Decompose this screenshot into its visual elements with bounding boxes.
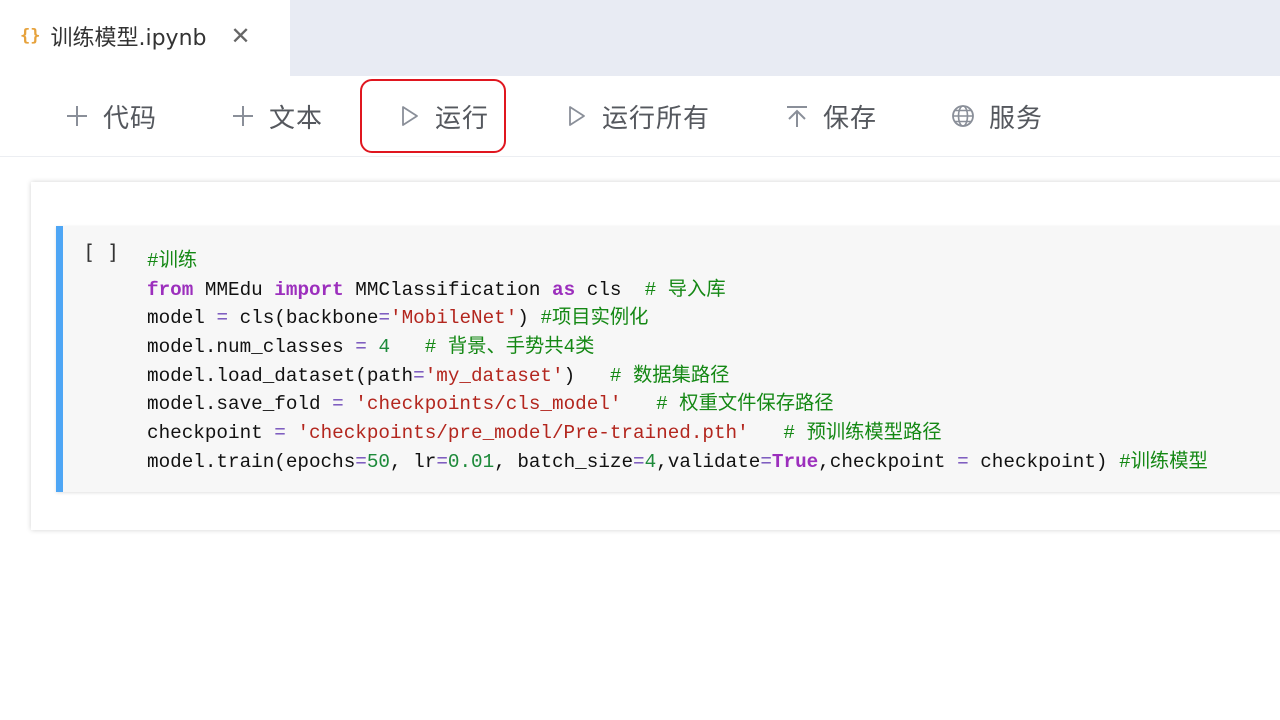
globe-icon xyxy=(950,103,976,129)
code-token: # 背景、手势共4类 xyxy=(424,336,595,359)
code-line: checkpoint = 'checkpoints/pre_model/Pre-… xyxy=(147,419,1208,448)
save-button[interactable]: 保存 xyxy=(784,76,877,156)
code-token: = xyxy=(274,422,286,445)
code-token: MMEdu xyxy=(193,278,275,301)
add-code-label: 代码 xyxy=(103,103,158,134)
code-token: ) xyxy=(563,364,610,387)
code-token: = xyxy=(355,450,367,473)
code-editor[interactable]: #训练 from MMEdu import MMClassification as… xyxy=(147,247,1208,477)
run-all-button[interactable]: 运行所有 xyxy=(563,76,710,156)
code-token: 50 xyxy=(366,450,391,473)
toolbar: 代码 文本 运行 运行所有 保存 服务 xyxy=(0,76,1280,157)
code-token: import xyxy=(274,278,344,301)
code-token: ,validate xyxy=(656,450,761,473)
code-token: 0.01 xyxy=(447,450,495,473)
code-token: = xyxy=(633,450,645,473)
code-token: model xyxy=(147,307,217,330)
code-line: model = cls(backbone='MobileNet') #项目实例化 xyxy=(147,304,1208,333)
add-text-label: 文本 xyxy=(269,103,324,134)
code-token: 'my_dataset' xyxy=(424,364,564,387)
play-icon xyxy=(396,103,422,129)
code-token: #训练 xyxy=(147,250,198,272)
code-token: = xyxy=(957,450,969,473)
code-token: ,checkpoint xyxy=(818,450,958,473)
add-code-button[interactable]: 代码 xyxy=(64,76,157,156)
add-text-button[interactable]: 文本 xyxy=(230,76,323,156)
code-token: 4 xyxy=(644,450,657,473)
code-token: , batch_size xyxy=(494,450,634,473)
service-button[interactable]: 服务 xyxy=(950,76,1043,156)
code-token: model.train(epochs xyxy=(147,450,356,473)
code-line: #训练 xyxy=(147,247,1208,276)
code-token: 4 xyxy=(378,336,391,359)
code-token: = xyxy=(436,450,448,473)
code-token: MMClassification xyxy=(343,278,553,301)
tab-bar: {} 训练模型.ipynb ✕ xyxy=(0,0,1280,76)
code-token: model.save_fold xyxy=(147,393,333,416)
code-token: cls xyxy=(575,278,645,301)
code-token: checkpoint xyxy=(147,422,275,445)
save-label: 保存 xyxy=(823,103,878,134)
code-token: = xyxy=(413,364,425,387)
code-token: = xyxy=(355,336,367,359)
code-line: from MMEdu import MMClassification as cl… xyxy=(147,276,1208,305)
code-token: , lr xyxy=(390,450,437,473)
code-line: model.num_classes = 4 # 背景、手势共4类 xyxy=(147,333,1208,362)
code-token: ) xyxy=(517,307,541,330)
code-token: # 导入库 xyxy=(644,278,726,301)
code-token: = xyxy=(378,307,391,330)
code-line: model.train(epochs=50, lr=0.01, batch_si… xyxy=(147,448,1208,477)
code-token: 'MobileNet' xyxy=(390,307,518,330)
code-token: #项目实例化 xyxy=(540,307,649,330)
tab-notebook[interactable]: {} 训练模型.ipynb ✕ xyxy=(0,0,290,76)
code-line: model.save_fold = 'checkpoints/cls_model… xyxy=(147,390,1208,419)
code-token: as xyxy=(552,278,576,301)
code-token: #训练模型 xyxy=(1119,450,1208,473)
code-token: True xyxy=(771,450,819,473)
code-token: model.num_classes xyxy=(147,336,356,359)
code-token: 'checkpoints/cls_model' xyxy=(355,393,622,416)
close-icon[interactable]: ✕ xyxy=(230,22,250,50)
code-token: cls(backbone xyxy=(228,307,379,330)
code-token: 'checkpoints/pre_model/Pre-trained.pth' xyxy=(297,422,749,445)
code-token: # 数据集路径 xyxy=(609,364,730,387)
code-token: = xyxy=(760,450,772,473)
cell-prompt: [ ] xyxy=(83,240,120,264)
code-token: = xyxy=(332,393,344,416)
play-icon xyxy=(563,103,589,129)
code-token: from xyxy=(147,278,194,301)
run-button[interactable]: 运行 xyxy=(396,76,489,156)
notebook-file-icon: {} xyxy=(20,26,41,46)
run-label: 运行 xyxy=(435,103,490,134)
code-token: # 权重文件保存路径 xyxy=(656,393,834,416)
code-line: model.load_dataset(path='my_dataset') # … xyxy=(147,362,1208,391)
code-cell[interactable]: [ ] #训练 from MMEdu import MMClassificatio… xyxy=(56,226,1280,492)
code-token: model.load_dataset(path xyxy=(147,364,414,387)
code-token: # 预训练模型路径 xyxy=(783,422,942,445)
code-token: = xyxy=(216,307,229,330)
tab-title: 训练模型.ipynb xyxy=(50,26,207,51)
code-token: checkpoint) xyxy=(968,450,1120,473)
upload-icon xyxy=(784,103,810,129)
run-all-label: 运行所有 xyxy=(602,103,711,134)
service-label: 服务 xyxy=(989,103,1044,134)
plus-icon xyxy=(230,103,256,129)
plus-icon xyxy=(64,103,90,129)
